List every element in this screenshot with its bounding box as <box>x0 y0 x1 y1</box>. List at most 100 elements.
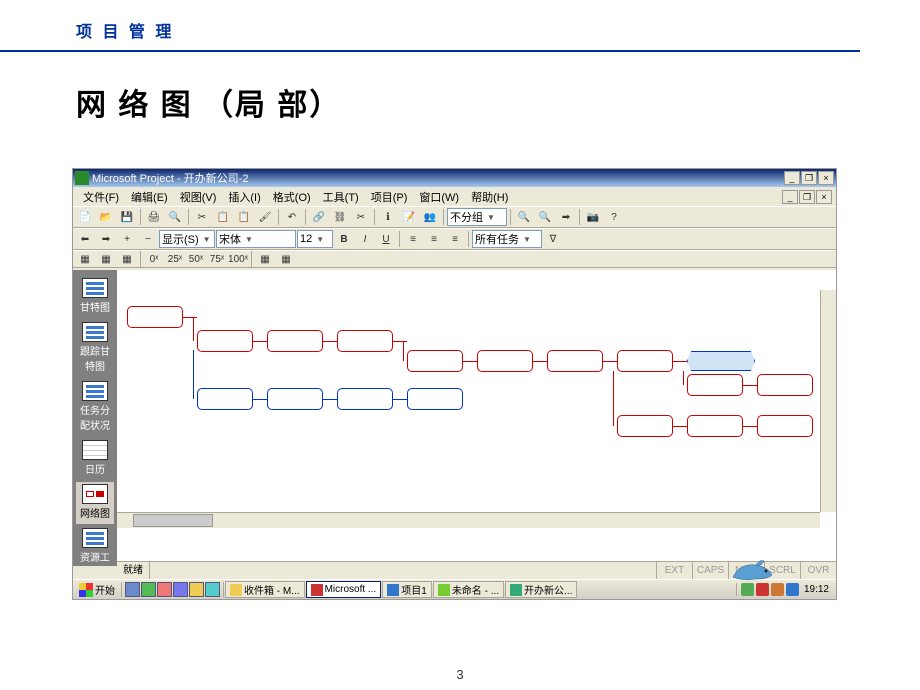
network-diagram-canvas[interactable] <box>117 270 836 566</box>
menu-view[interactable]: 视图(V) <box>174 188 223 206</box>
copy-button[interactable]: 📋 <box>213 208 233 226</box>
task-node[interactable] <box>547 350 603 372</box>
tray-clock[interactable]: 19:12 <box>801 584 832 595</box>
underline-button[interactable]: U <box>376 230 396 248</box>
taskbar-button[interactable]: 收件箱 - M... <box>225 581 305 598</box>
font-combo[interactable]: 宋体▼ <box>216 230 296 248</box>
menu-insert[interactable]: 插入(I) <box>222 188 266 206</box>
menu-format[interactable]: 格式(O) <box>267 188 317 206</box>
ql-icon[interactable] <box>125 582 140 597</box>
summary-node[interactable] <box>687 351 755 371</box>
open-button[interactable]: 📂 <box>96 208 116 226</box>
format-painter-button[interactable]: 🖌 <box>255 208 275 226</box>
split-button[interactable]: ✂ <box>351 208 371 226</box>
mdi-minimize[interactable]: _ <box>782 190 798 204</box>
paste-button[interactable]: 📋 <box>234 208 254 226</box>
task-node[interactable] <box>267 388 323 410</box>
tray-icon[interactable] <box>786 583 799 596</box>
task-node[interactable] <box>197 388 253 410</box>
task-node[interactable] <box>617 415 673 437</box>
bold-button[interactable]: B <box>334 230 354 248</box>
zoom-0[interactable]: 0ˣ <box>144 250 164 268</box>
copy-picture-button[interactable]: 📷 <box>583 208 603 226</box>
zoom-50[interactable]: 50ˣ <box>186 250 206 268</box>
indent-button[interactable]: ➡ <box>96 230 116 248</box>
zoom-25[interactable]: 25ˣ <box>165 250 185 268</box>
zoom-100[interactable]: 100ˣ <box>228 250 248 268</box>
assign-button[interactable]: 👥 <box>420 208 440 226</box>
ql-icon[interactable] <box>173 582 188 597</box>
size-combo[interactable]: 12▼ <box>297 230 333 248</box>
goto-button[interactable]: ➡ <box>556 208 576 226</box>
tb-icon3[interactable]: ▦ <box>117 250 137 268</box>
ql-icon[interactable] <box>189 582 204 597</box>
zoom-in-button[interactable]: 🔍 <box>514 208 534 226</box>
task-node[interactable] <box>267 330 323 352</box>
tray-icon[interactable] <box>756 583 769 596</box>
task-node[interactable] <box>687 415 743 437</box>
task-node[interactable] <box>617 350 673 372</box>
notes-button[interactable]: 📝 <box>399 208 419 226</box>
mdi-restore[interactable]: ❐ <box>799 190 815 204</box>
close-button[interactable]: × <box>818 171 834 185</box>
view-resource-sheet[interactable]: 资源工作表 <box>76 526 114 566</box>
task-node[interactable] <box>757 374 813 396</box>
hide-button[interactable]: − <box>138 230 158 248</box>
taskbar-button[interactable]: 未命名 - ... <box>433 581 504 598</box>
menu-file[interactable]: 文件(F) <box>77 188 125 206</box>
task-node[interactable] <box>337 388 393 410</box>
group-combo[interactable]: 不分组▼ <box>447 208 507 226</box>
tb-icon5[interactable]: ▦ <box>276 250 296 268</box>
zoom-out-button[interactable]: 🔍 <box>535 208 555 226</box>
taskbar-button[interactable]: Microsoft ... <box>306 581 382 598</box>
minimize-button[interactable]: _ <box>784 171 800 185</box>
unlink-button[interactable]: ⛓ <box>330 208 350 226</box>
taskbar-button[interactable]: 开办新公... <box>505 581 577 598</box>
save-button[interactable]: 💾 <box>117 208 137 226</box>
task-node[interactable] <box>127 306 183 328</box>
view-calendar[interactable]: 日历 <box>76 438 114 480</box>
menu-help[interactable]: 帮助(H) <box>465 188 514 206</box>
print-button[interactable]: 🖨 <box>144 208 164 226</box>
task-node[interactable] <box>407 388 463 410</box>
ql-icon[interactable] <box>141 582 156 597</box>
task-node[interactable] <box>757 415 813 437</box>
outdent-button[interactable]: ⬅ <box>75 230 95 248</box>
mdi-close[interactable]: × <box>816 190 832 204</box>
italic-button[interactable]: I <box>355 230 375 248</box>
menu-tools[interactable]: 工具(T) <box>317 188 365 206</box>
tray-icon[interactable] <box>771 583 784 596</box>
menu-edit[interactable]: 编辑(E) <box>125 188 174 206</box>
task-node[interactable] <box>337 330 393 352</box>
zoom-75[interactable]: 75ˣ <box>207 250 227 268</box>
preview-button[interactable]: 🔍 <box>165 208 185 226</box>
view-gantt[interactable]: 甘特图 <box>76 276 114 318</box>
show-combo[interactable]: 显示(S)▼ <box>159 230 215 248</box>
task-node[interactable] <box>687 374 743 396</box>
show-button[interactable]: + <box>117 230 137 248</box>
filter-combo[interactable]: 所有任务▼ <box>472 230 542 248</box>
tb-icon2[interactable]: ▦ <box>96 250 116 268</box>
align-left-button[interactable]: ≡ <box>403 230 423 248</box>
start-button[interactable]: 开始 <box>73 581 121 599</box>
task-node[interactable] <box>407 350 463 372</box>
tb-icon4[interactable]: ▦ <box>255 250 275 268</box>
align-right-button[interactable]: ≡ <box>445 230 465 248</box>
tb-icon[interactable]: ▦ <box>75 250 95 268</box>
align-center-button[interactable]: ≡ <box>424 230 444 248</box>
undo-button[interactable]: ↶ <box>282 208 302 226</box>
view-network[interactable]: 网络图 <box>76 482 114 524</box>
restore-button[interactable]: ❐ <box>801 171 817 185</box>
task-node[interactable] <box>197 330 253 352</box>
vertical-scrollbar[interactable] <box>820 290 836 512</box>
ql-icon[interactable] <box>205 582 220 597</box>
help-button[interactable]: ? <box>604 208 624 226</box>
horizontal-scrollbar[interactable] <box>117 512 820 528</box>
tray-icon[interactable] <box>741 583 754 596</box>
link-button[interactable]: 🔗 <box>309 208 329 226</box>
cut-button[interactable]: ✂ <box>192 208 212 226</box>
menu-window[interactable]: 窗口(W) <box>413 188 465 206</box>
menu-project[interactable]: 项目(P) <box>365 188 414 206</box>
info-button[interactable]: ℹ <box>378 208 398 226</box>
view-tracking-gantt[interactable]: 跟踪甘特图 <box>76 320 114 377</box>
